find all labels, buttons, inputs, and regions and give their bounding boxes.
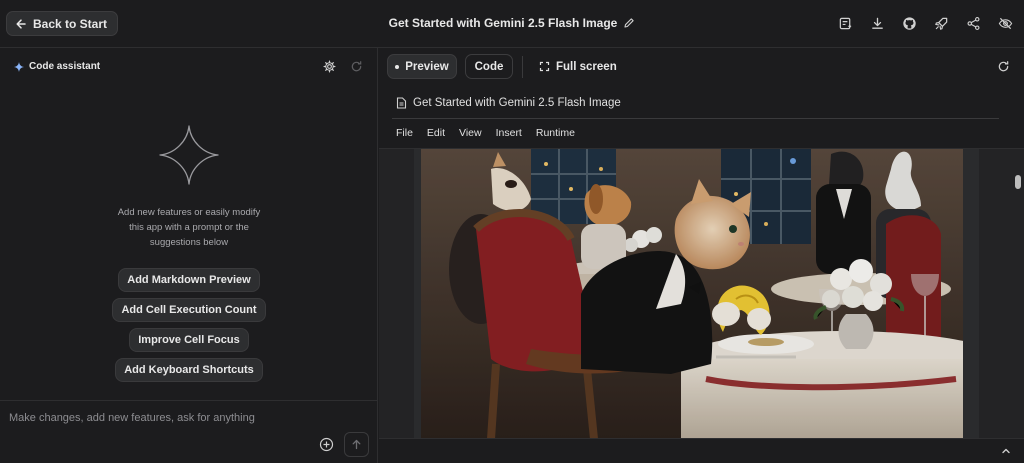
- pencil-icon[interactable]: [623, 17, 635, 29]
- arrow-left-icon: [16, 18, 26, 29]
- active-dot: [395, 64, 400, 69]
- rocket-icon[interactable]: [932, 14, 950, 32]
- menu-insert[interactable]: Insert: [496, 127, 522, 139]
- sparkle-icon: [14, 61, 24, 72]
- notebook-export-icon[interactable]: [836, 14, 854, 32]
- eye-off-icon[interactable]: [996, 14, 1014, 32]
- arrow-up-icon: [352, 439, 361, 450]
- menu-runtime[interactable]: Runtime: [536, 127, 575, 139]
- notebook-viewport: [379, 148, 1024, 439]
- scrollbar-thumb[interactable]: [1015, 175, 1021, 189]
- notebook-menu-bar: File Edit View Insert Runtime: [396, 127, 575, 139]
- top-bar: Back to Start Get Started with Gemini 2.…: [0, 0, 1024, 48]
- suggestion-improve-cell-focus[interactable]: Improve Cell Focus: [129, 328, 249, 352]
- gear-icon[interactable]: [323, 60, 336, 73]
- menu-file[interactable]: File: [396, 127, 413, 139]
- expand-icon: [539, 61, 550, 72]
- intro-line-2: this app with a prompt or the: [129, 222, 249, 233]
- prompt-placeholder: Make changes, add new features, ask for …: [9, 412, 255, 424]
- assistant-intro-text: Add new features or easily modify this a…: [99, 205, 279, 250]
- tab-divider: [522, 56, 523, 78]
- notebook-title-text: Get Started with Gemini 2.5 Flash Image: [413, 97, 621, 109]
- app-title: Get Started with Gemini 2.5 Flash Image: [388, 16, 618, 30]
- menu-view[interactable]: View: [459, 127, 482, 139]
- share-icon[interactable]: [964, 14, 982, 32]
- generated-image: [421, 149, 963, 439]
- full-screen-button[interactable]: Full screen: [539, 54, 617, 79]
- back-label: Back to Start: [33, 16, 108, 31]
- refresh-icon[interactable]: [350, 60, 363, 73]
- suggestion-add-markdown-preview[interactable]: Add Markdown Preview: [118, 268, 260, 292]
- tab-preview[interactable]: Preview: [387, 54, 457, 79]
- code-assistant-panel: Code assistant Add new features or easil…: [0, 48, 378, 463]
- github-icon[interactable]: [900, 14, 918, 32]
- intro-line-3: suggestions below: [149, 237, 229, 248]
- send-button[interactable]: [344, 432, 369, 457]
- download-icon[interactable]: [868, 14, 886, 32]
- back-to-start-button[interactable]: Back to Start: [6, 11, 119, 36]
- preview-panel: Preview Code Full screen Get Started wit…: [379, 48, 1024, 463]
- full-screen-label: Full screen: [556, 60, 617, 73]
- add-attachment-icon[interactable]: [319, 437, 334, 452]
- prompt-input[interactable]: Make changes, add new features, ask for …: [0, 400, 378, 463]
- document-icon: [396, 97, 407, 109]
- preview-bottom-bar: [379, 438, 1024, 463]
- tab-preview-label: Preview: [405, 60, 449, 73]
- chevron-up-icon[interactable]: [1000, 445, 1012, 457]
- intro-line-1: Add new features or easily modify: [117, 207, 261, 218]
- code-assistant-title: Code assistant: [29, 61, 101, 72]
- reload-preview-icon[interactable]: [997, 60, 1010, 73]
- menu-edit[interactable]: Edit: [427, 127, 445, 139]
- tab-code-label: Code: [474, 60, 504, 73]
- assistant-star-icon: [159, 125, 219, 185]
- tab-code[interactable]: Code: [465, 54, 513, 79]
- code-assistant-header: Code assistant: [14, 61, 100, 72]
- notebook-divider: [392, 118, 999, 119]
- suggestion-add-keyboard-shortcuts[interactable]: Add Keyboard Shortcuts: [115, 358, 263, 382]
- suggestion-add-cell-execution-count[interactable]: Add Cell Execution Count: [112, 298, 266, 322]
- notebook-title: Get Started with Gemini 2.5 Flash Image: [396, 97, 621, 109]
